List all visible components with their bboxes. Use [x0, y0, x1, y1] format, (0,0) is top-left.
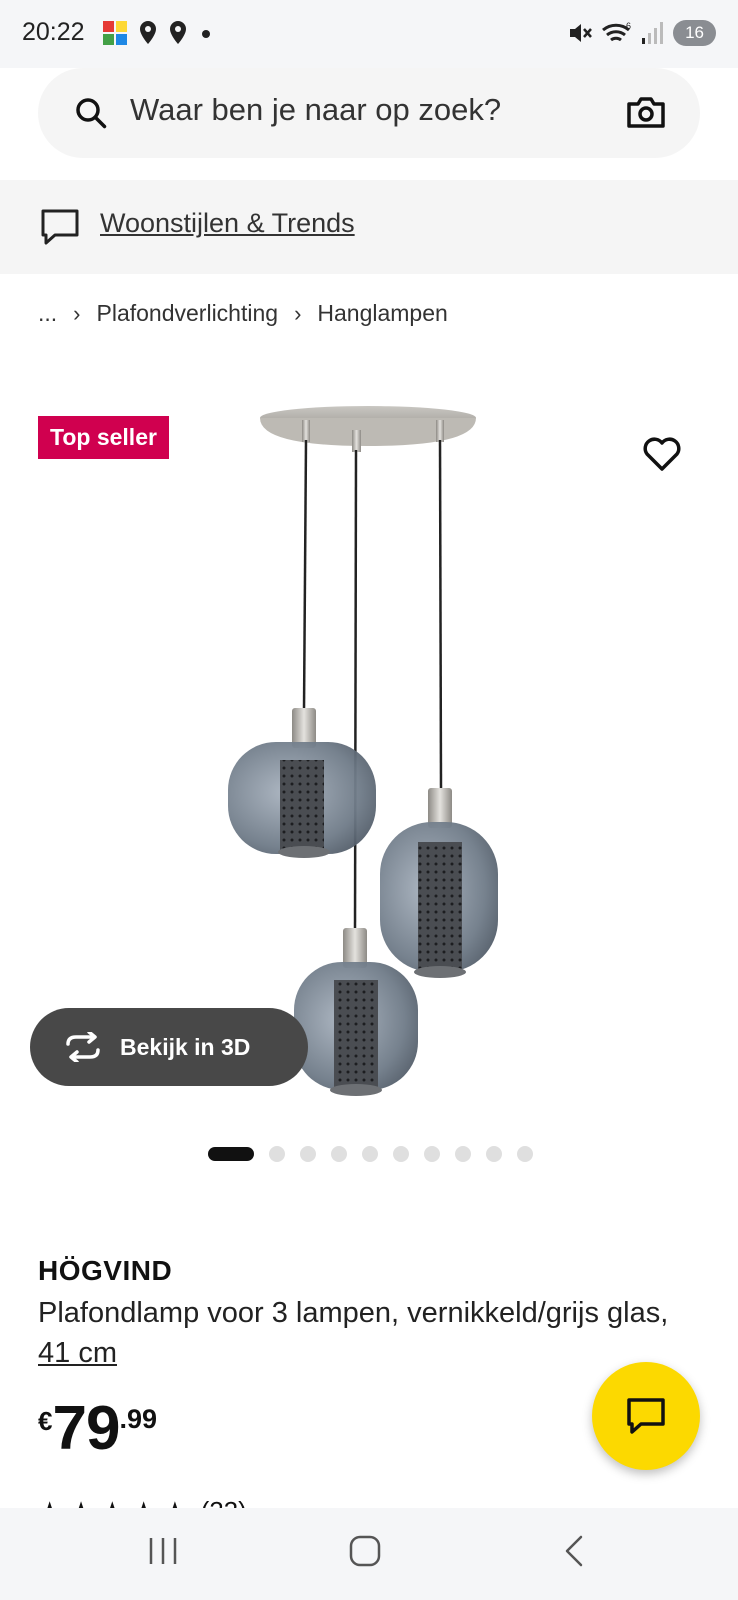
carousel-dot[interactable] — [455, 1146, 471, 1162]
breadcrumb-ellipsis[interactable]: ... — [38, 300, 57, 327]
wifi-label: 6 — [626, 21, 631, 31]
chat-button[interactable] — [592, 1362, 700, 1470]
dot-icon — [202, 30, 210, 38]
chat-bubble-icon — [41, 209, 79, 245]
rotate-3d-icon — [66, 1032, 100, 1062]
carousel-dot[interactable] — [517, 1146, 533, 1162]
status-left-icons — [102, 20, 214, 46]
top-seller-badge: Top seller — [38, 416, 169, 459]
breadcrumb-item-plafondverlichting[interactable]: Plafondverlichting — [97, 300, 279, 327]
product-media[interactable]: Top seller Bekijk in 3D — [0, 370, 738, 1130]
carousel-dot[interactable] — [300, 1146, 316, 1162]
trends-banner[interactable]: Woonstijlen & Trends — [0, 180, 738, 274]
wifi-icon: 6 — [602, 21, 631, 42]
view-3d-label: Bekijk in 3D — [120, 1033, 251, 1060]
carousel-dot[interactable] — [331, 1146, 347, 1162]
location-icon — [170, 21, 186, 44]
battery-badge: 16 — [673, 20, 716, 46]
search-input[interactable] — [130, 92, 590, 128]
product-name: HÖGVIND — [38, 1255, 173, 1286]
recent-apps-icon[interactable] — [146, 1536, 180, 1566]
chevron-right-icon: › — [73, 300, 81, 326]
carousel-dot[interactable] — [362, 1146, 378, 1162]
home-icon[interactable] — [348, 1534, 382, 1568]
signal-icon — [642, 22, 664, 44]
price-currency: € — [38, 1406, 53, 1436]
search-icon[interactable] — [74, 96, 108, 130]
carousel-dot[interactable] — [208, 1147, 254, 1161]
search-bar[interactable] — [38, 68, 700, 158]
trends-link[interactable]: Woonstijlen & Trends — [100, 208, 355, 239]
breadcrumb: ... › Plafondverlichting › Hanglampen — [38, 300, 448, 327]
carousel-dots[interactable] — [208, 1146, 533, 1162]
product-description: Plafondlamp voor 3 lampen, vernikkeld/gr… — [38, 1293, 688, 1373]
carousel-dot[interactable] — [424, 1146, 440, 1162]
view-3d-button[interactable]: Bekijk in 3D — [30, 1008, 308, 1086]
carousel-dot[interactable] — [269, 1146, 285, 1162]
breadcrumb-item-hanglampen[interactable]: Hanglampen — [317, 300, 447, 327]
app-grid-icon — [103, 21, 127, 45]
status-bar: 20:22 6 16 — [0, 0, 738, 68]
camera-icon[interactable] — [626, 94, 666, 130]
carousel-dot[interactable] — [393, 1146, 409, 1162]
header — [0, 68, 738, 180]
product-size-link[interactable]: 41 cm — [38, 1337, 117, 1369]
price-integer: 79 — [52, 1394, 120, 1463]
mute-icon — [570, 24, 593, 42]
back-icon[interactable] — [562, 1534, 586, 1568]
status-time: 20:22 — [22, 18, 85, 46]
price-decimal: .99 — [119, 1404, 157, 1434]
status-right-icons: 6 16 — [567, 20, 716, 46]
chat-icon — [627, 1398, 665, 1434]
product-price: € 79 .99 — [38, 1398, 157, 1460]
carousel-dot[interactable] — [486, 1146, 502, 1162]
chevron-right-icon: › — [294, 300, 302, 326]
location-icon — [140, 21, 156, 44]
system-nav-bar — [0, 1508, 738, 1600]
heart-icon[interactable] — [642, 436, 682, 472]
product-description-text: Plafondlamp voor 3 lampen, vernikkeld/gr… — [38, 1297, 669, 1329]
